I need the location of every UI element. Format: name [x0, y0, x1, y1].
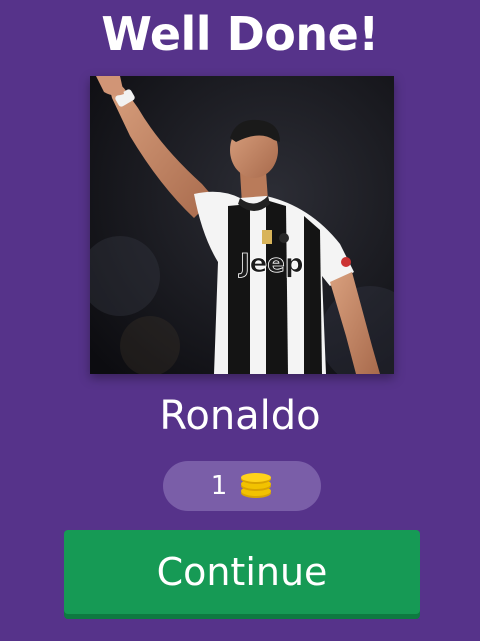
coin-stack-icon: [239, 473, 273, 499]
player-photo: Jeep: [90, 76, 394, 374]
svg-text:Jeep: Jeep: [238, 249, 304, 279]
reward-count: 1: [210, 471, 228, 501]
page-title: Well Done!: [101, 7, 379, 61]
answer-name: Ronaldo: [159, 393, 321, 439]
reward-badge: 1: [163, 461, 321, 511]
continue-button[interactable]: Continue: [64, 530, 420, 614]
